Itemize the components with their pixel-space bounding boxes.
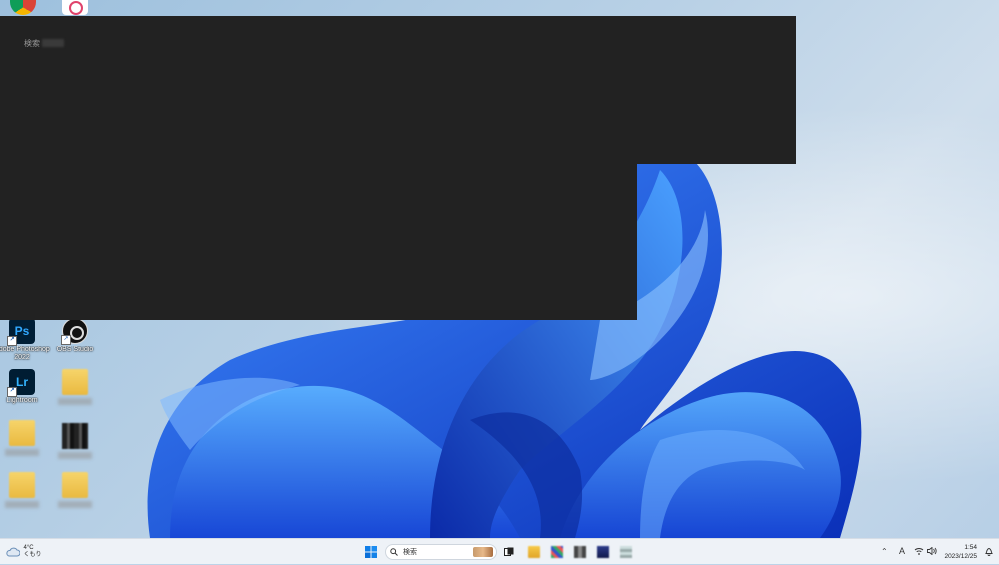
desktop-icon-folder[interactable] bbox=[0, 472, 51, 508]
desktop-icon-photoshop[interactable]: Ps↗ Adobe Photoshop 2022 bbox=[0, 318, 51, 362]
app-icon bbox=[574, 546, 586, 558]
folder-icon bbox=[9, 420, 35, 446]
task-view-icon bbox=[504, 547, 514, 556]
desktop-icon-label: Adobe Photoshop 2022 bbox=[0, 346, 50, 361]
app-icon bbox=[620, 546, 632, 558]
taskbar-app-blurred-2[interactable] bbox=[572, 539, 588, 565]
desktop: Ps↗ Adobe Photoshop 2022 ↗ OBS Studio Lr… bbox=[0, 0, 999, 538]
desktop-icon-folder[interactable] bbox=[46, 369, 104, 405]
taskbar-app-explorer[interactable] bbox=[526, 539, 542, 565]
app-icon bbox=[597, 546, 609, 558]
image-file-icon bbox=[62, 423, 88, 449]
search-highlight-image bbox=[473, 547, 493, 557]
blurred-text bbox=[42, 39, 64, 47]
cloud-icon bbox=[6, 547, 21, 557]
app-icon bbox=[551, 546, 563, 558]
desktop-icon-image[interactable] bbox=[46, 423, 104, 459]
wifi-icon[interactable] bbox=[914, 547, 924, 555]
desktop-icon-obs[interactable]: ↗ OBS Studio bbox=[46, 318, 104, 362]
folder-icon bbox=[62, 472, 88, 498]
shortcut-arrow-icon: ↗ bbox=[61, 335, 71, 345]
blurred-label bbox=[5, 449, 39, 456]
blurred-label bbox=[58, 398, 92, 405]
desktop-icon-label: Lightroom bbox=[6, 397, 38, 404]
blurred-label bbox=[58, 501, 92, 508]
taskbar: 4°C くもり 検索 ⌃ A 1:54 2023/12/25 bbox=[0, 538, 999, 564]
notification-bell-icon[interactable] bbox=[985, 547, 993, 556]
taskbar-app-blurred-1[interactable] bbox=[549, 539, 565, 565]
ime-indicator[interactable]: A bbox=[899, 546, 905, 556]
obs-icon: ↗ bbox=[61, 318, 88, 345]
volume-icon[interactable] bbox=[927, 547, 937, 555]
desktop-icon-lightroom[interactable]: Lr ↗ Lightroom bbox=[0, 369, 51, 413]
shortcut-arrow-icon: ↗ bbox=[7, 336, 17, 346]
clock-time: 1:54 bbox=[964, 544, 977, 551]
photoshop-icon: Ps ↗ bbox=[7, 318, 35, 346]
folder-icon bbox=[62, 369, 88, 395]
weather-temperature: 4°C bbox=[23, 545, 34, 551]
file-explorer-icon bbox=[528, 546, 540, 558]
taskbar-search-placeholder: 検索 bbox=[403, 549, 417, 556]
weather-widget[interactable]: 4°C くもり bbox=[4, 539, 44, 565]
clock-date: 2023/12/25 bbox=[944, 553, 977, 560]
blurred-label bbox=[58, 452, 92, 459]
task-view-button[interactable] bbox=[502, 539, 516, 565]
folder-icon bbox=[9, 472, 35, 498]
lightroom-icon: Lr ↗ bbox=[7, 369, 35, 397]
taskbar-app-blurred-4[interactable] bbox=[618, 539, 634, 565]
chevron-up-icon[interactable]: ⌃ bbox=[881, 547, 888, 556]
windows-logo-icon bbox=[365, 546, 377, 558]
taskbar-search-box[interactable]: 検索 bbox=[385, 544, 497, 560]
blurred-label bbox=[5, 501, 39, 508]
taskbar-app-blurred-3[interactable] bbox=[595, 539, 611, 565]
desktop-icon-label: OBS Studio bbox=[56, 346, 94, 353]
system-tray: ⌃ A 1:54 2023/12/25 bbox=[879, 539, 999, 565]
weather-condition: くもり bbox=[23, 552, 42, 558]
search-icon bbox=[390, 548, 398, 556]
taskbar-clock[interactable]: 1:54 2023/12/25 bbox=[944, 543, 977, 561]
start-button[interactable] bbox=[362, 539, 380, 565]
desktop-icon-folder[interactable] bbox=[46, 472, 104, 508]
desktop-icon-folder[interactable] bbox=[0, 420, 51, 456]
search-flyout-label: 検索 bbox=[24, 39, 40, 48]
search-flyout-panel[interactable]: 検索 bbox=[0, 16, 796, 164]
itunes-icon[interactable] bbox=[62, 0, 88, 15]
search-flyout-panel-lower[interactable] bbox=[0, 164, 637, 320]
shortcut-arrow-icon: ↗ bbox=[7, 387, 17, 397]
